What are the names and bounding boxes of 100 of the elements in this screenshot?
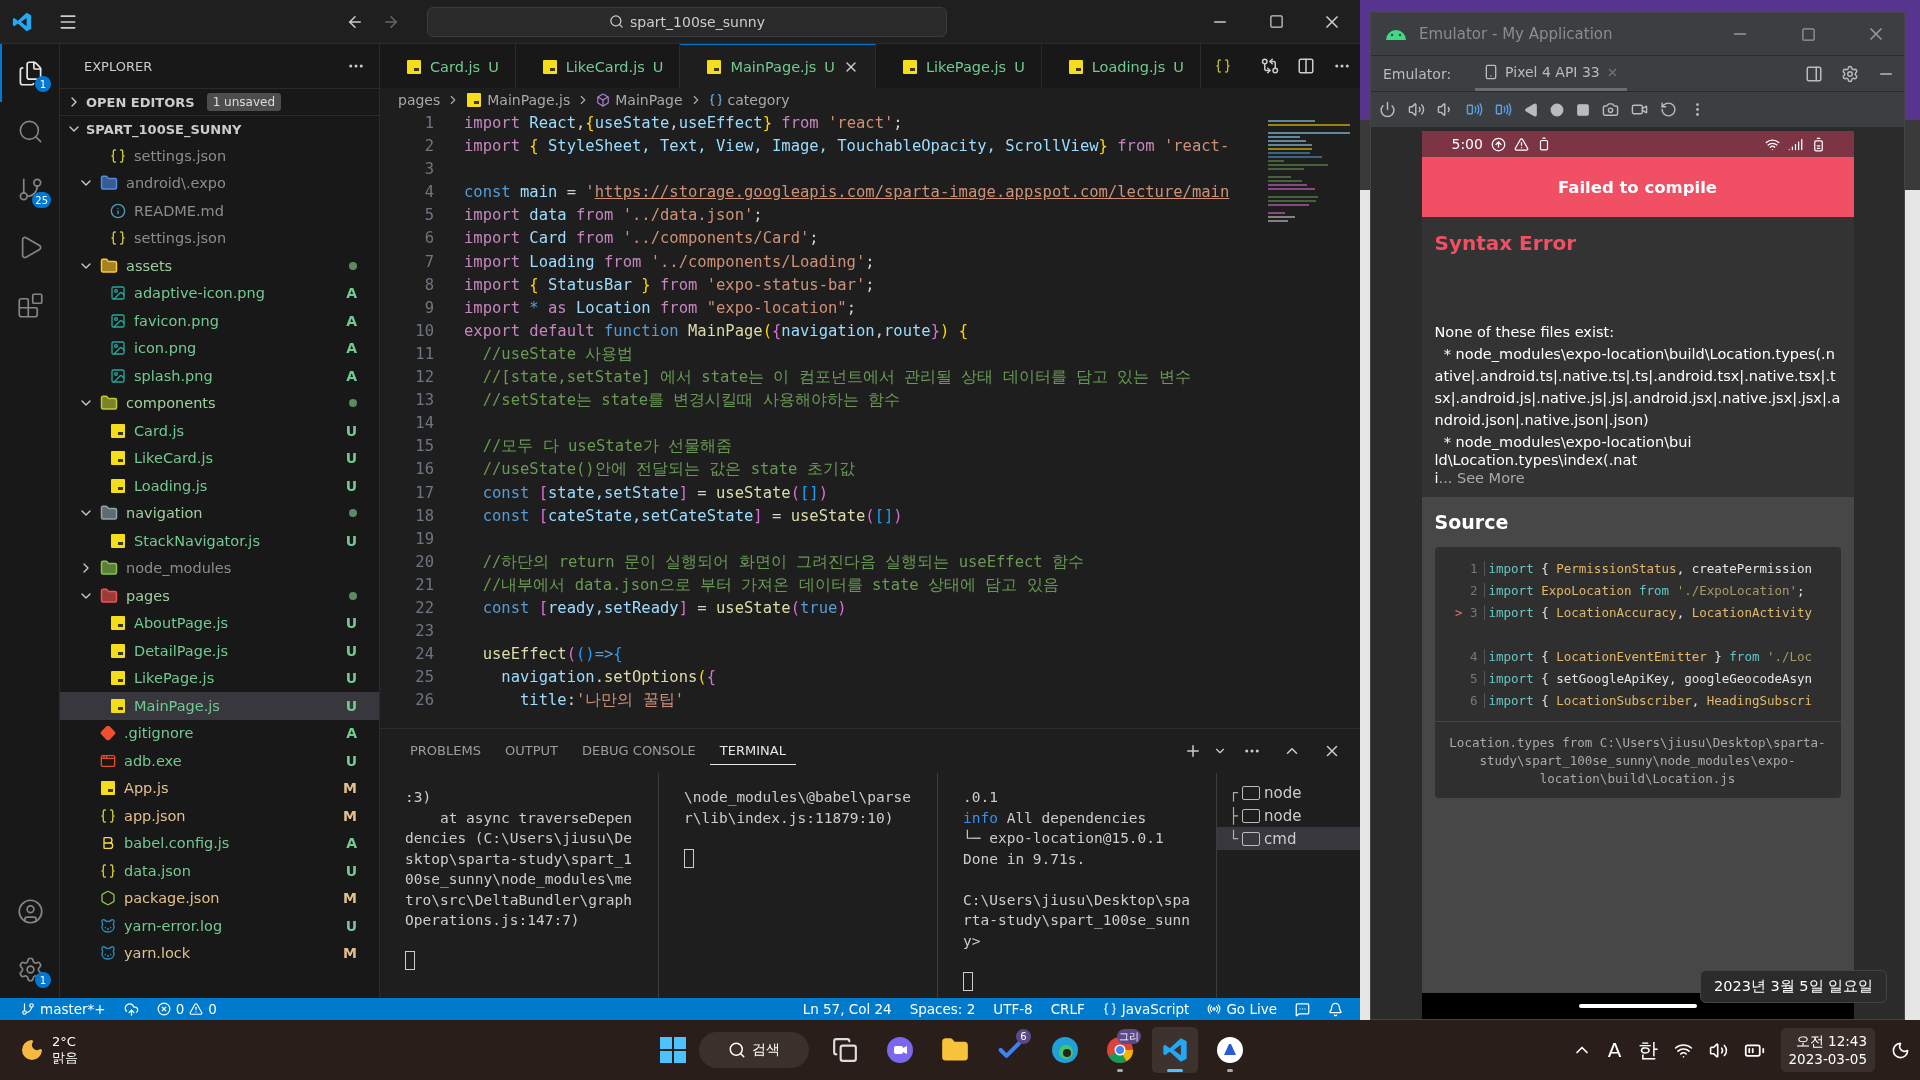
file-item[interactable]: MainPage.js U [60,692,379,720]
folder-item[interactable]: assets [60,252,379,280]
reset-icon[interactable] [1660,101,1677,118]
activity-button[interactable]: 1 [0,940,59,998]
file-item[interactable]: LikeCard.js U [60,444,379,472]
file-item[interactable]: App.js M [60,774,379,802]
folder-item[interactable]: components [60,389,379,417]
taskbar-search[interactable]: 검색 [699,1032,809,1068]
line-number: 6 [423,228,434,250]
line-number: 2 [1462,582,1485,598]
camera-icon[interactable] [1602,101,1619,118]
braces-icon [110,230,126,247]
file-item[interactable]: DetailPage.js U [60,637,379,665]
status-item[interactable]: CRLF [1041,1001,1094,1017]
settings-icon[interactable] [1841,64,1859,83]
editor-tab[interactable]: MainPage.js U [680,44,876,88]
breadcrumb-item[interactable]: category [708,92,790,108]
go-live-button[interactable]: Go Live [1198,1001,1286,1017]
file-item[interactable]: Card.js U [60,417,379,445]
weather-widget[interactable]: 2°C 맑음 [52,1034,78,1066]
braces-icon [110,147,126,164]
input-mode[interactable]: A [1607,1038,1622,1062]
moon-icon[interactable] [1891,1040,1910,1060]
file-item[interactable]: .gitignore A [60,719,379,747]
folder-item[interactable]: node_modules [60,554,379,582]
file-item[interactable]: README.md [60,197,379,225]
file-item[interactable]: adb.exe U [60,747,379,775]
file-icon [901,58,918,75]
folder-item[interactable]: pages [60,582,379,610]
activity-button[interactable]: 25 [0,160,59,218]
git-status: U [1014,58,1025,75]
file-icon [110,450,126,467]
braces-icon [1102,1002,1117,1016]
error-title: Syntax Error [1434,231,1578,257]
file-item[interactable]: Loading.js U [60,472,379,500]
code-line: import React,{useState,useEffect} from 'react'; [464,113,903,134]
branch-indicator[interactable]: master*+ [12,1001,115,1017]
breadcrumb-item[interactable]: MainPage.js [466,92,571,108]
folder-icon [100,504,118,523]
image-icon [110,285,126,302]
panel-tab[interactable]: PROBLEMS [400,737,491,765]
power-icon[interactable] [1379,101,1396,118]
home-icon[interactable] [1550,102,1564,117]
file-item[interactable]: app.json M [60,802,379,830]
image-icon [110,340,126,357]
see-more-link[interactable]: ... See More [1438,470,1525,486]
file-item[interactable]: splash.png A [60,362,379,390]
plus-icon[interactable] [1184,742,1202,760]
folder-item[interactable]: navigation [60,499,379,527]
file-icon [110,697,126,714]
file-icon [100,780,116,797]
file-item[interactable]: babel.config.js A [60,829,379,857]
panel-tab[interactable]: TERMINAL [709,737,796,765]
code-editor-icon [1161,1036,1189,1064]
input-language[interactable]: 한 [1637,1036,1658,1064]
panel-icon[interactable] [1805,64,1823,83]
folder-header[interactable]: SPART_100SE_SUNNY [60,115,379,142]
file-item[interactable]: package.json M [60,884,379,912]
file-item[interactable]: favicon.png A [60,307,379,335]
compare-icon[interactable] [1261,57,1279,75]
split-editor-icon[interactable] [1297,57,1315,75]
command-center-search[interactable]: spart_100se_sunny [427,6,947,37]
maximize-icon[interactable] [1800,26,1816,42]
file-item[interactable]: adaptive-icon.png A [60,279,379,307]
file-item[interactable]: icon.png A [60,334,379,362]
volume-icon[interactable] [1708,1040,1728,1060]
status-item[interactable]: Spaces: 2 [900,1001,985,1017]
file-item[interactable]: StackNavigator.js U [60,527,379,555]
file-item[interactable]: settings.json [60,142,379,170]
clock[interactable]: 오전 12:43 2023-03-05 [1780,1028,1875,1072]
file-item[interactable]: yarn.lock M [60,939,379,967]
maximize-icon[interactable] [1268,14,1284,29]
file-item[interactable]: LikePage.js U [60,664,379,692]
file-item[interactable]: yarn-error.log U [60,912,379,940]
folder-item[interactable]: android\.expo [60,169,379,197]
start-icon[interactable] [660,1037,686,1063]
file-item[interactable]: AboutPage.js U [60,609,379,637]
status-item[interactable]: UTF-8 [984,1001,1042,1017]
open-editors-header[interactable]: OPEN EDITORS 1 unsaved [60,88,379,115]
breadcrumb-item[interactable]: pages [398,92,441,108]
problems-indicator[interactable]: 0 0 [147,1001,226,1017]
panel-tab[interactable]: DEBUG CONSOLE [571,737,706,765]
code-line: //하단의 return 문이 실행되어 화면이 그려진다음 실행되는 useEffect 함수 [481,551,1084,573]
status-item[interactable]: Ln 57, Col 24 [793,1001,901,1017]
terminal-item[interactable]: ┌ node [1217,781,1360,804]
file-item[interactable]: settings.json [60,224,379,252]
file-item[interactable]: data.json U [60,857,379,885]
gesture-handle[interactable] [1578,1004,1697,1008]
volume-up-icon[interactable] [1408,101,1425,118]
panel-tab[interactable]: OUTPUT [494,737,568,765]
language-mode[interactable]: JavaScript [1093,1001,1199,1017]
taskbar-app[interactable]: 6 [987,1027,1033,1073]
app-logo [11,10,33,33]
terminal-item[interactable]: ├ node [1217,804,1360,827]
breadcrumb-item[interactable]: MainPage [596,92,683,108]
overview-icon[interactable] [1576,102,1590,117]
taskbar-app[interactable]: 그리 [1097,1027,1143,1073]
back-icon[interactable] [1524,102,1538,117]
git-status: M [343,807,357,824]
terminal-item[interactable]: └ cmd [1217,827,1360,850]
